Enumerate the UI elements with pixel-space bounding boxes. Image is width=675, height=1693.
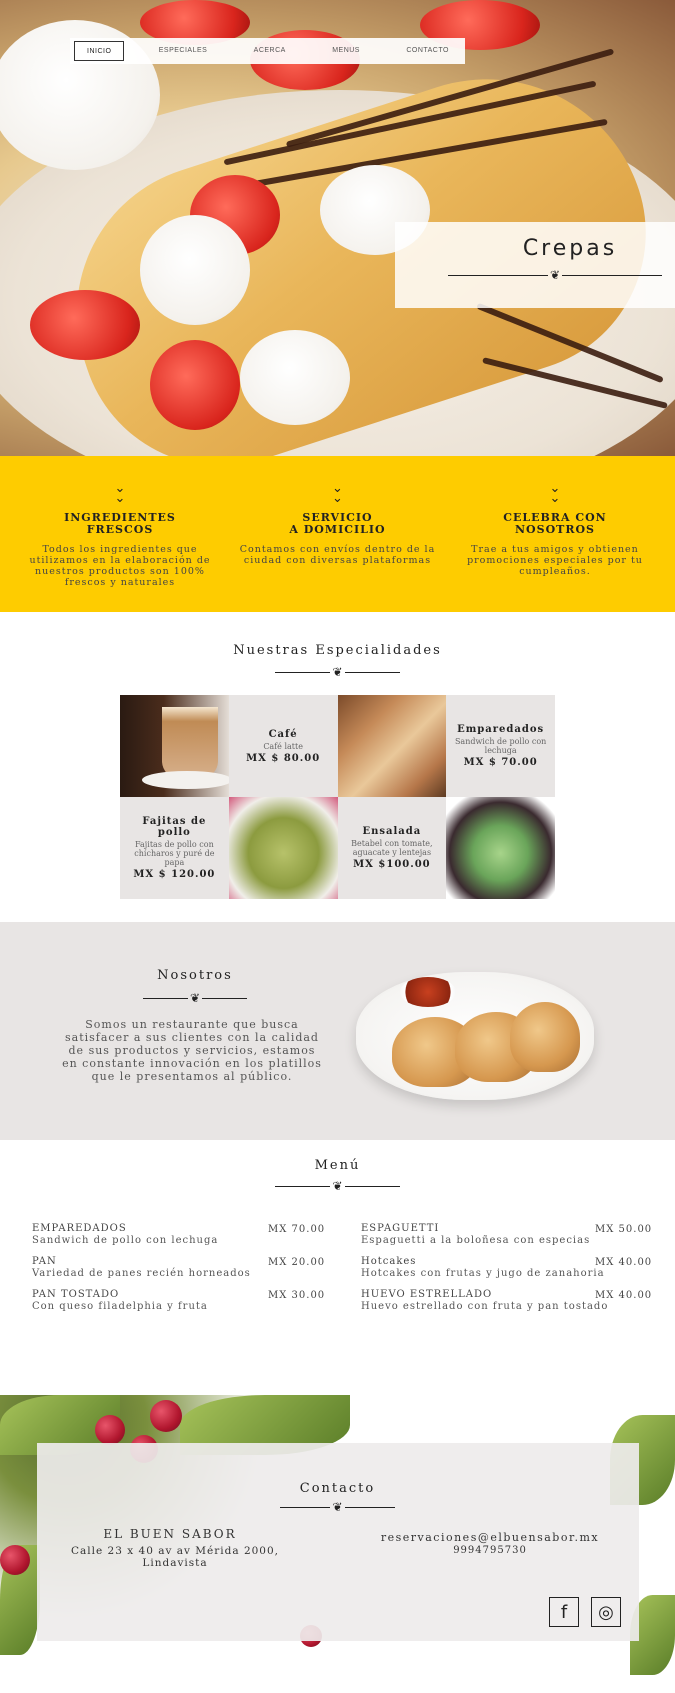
menu-item-desc: Huevo estrellado con fruta y pan tostado — [361, 1301, 609, 1312]
menu-item: HUEVO ESTRELLADO Huevo estrellado con fr… — [361, 1289, 608, 1313]
phone-text: 9994795730 — [453, 1545, 527, 1556]
feature-title: CELEBRA CON NOSOTROS — [503, 511, 607, 536]
ornament-divider: ❦ — [435, 269, 675, 281]
specialty-price: MX $ 80.00 — [246, 752, 321, 764]
sandwich-image — [337, 695, 447, 797]
hero-banner: INICIO ESPECIALES ACERCA MENUS CONTACTO … — [0, 0, 675, 456]
specialty-card-emparedados[interactable]: Emparedados Sandwich de pollo con lechug… — [446, 695, 555, 797]
menu-item-name: HUEVO ESTRELLADO — [361, 1289, 493, 1300]
menu-item-name: EMPAREDADOS — [32, 1223, 127, 1234]
specialty-name: Ensalada — [362, 826, 422, 837]
specialty-price: MX $100.00 — [353, 859, 431, 870]
whipped-cream-image — [240, 330, 350, 425]
strawberry-image — [150, 340, 240, 430]
salad-image — [446, 797, 555, 899]
menu-item-price: MX 50.00 — [595, 1224, 653, 1235]
specialties-title: Nuestras Especialidades — [233, 643, 442, 658]
feature-title: SERVICIO A DOMICILIO — [289, 511, 386, 536]
menu-item-name: ESPAGUETTI — [361, 1223, 440, 1234]
chevron-double-down-icon: ⌄ ⌄ — [332, 481, 343, 506]
menu-item-name: Hotcakes — [361, 1256, 417, 1267]
taco-image — [510, 1002, 580, 1072]
ornament-divider: ❦ — [70, 992, 320, 1004]
chevron-double-down-icon: ⌄ ⌄ — [549, 481, 561, 506]
menu-item-price: MX 70.00 — [268, 1224, 326, 1235]
coffee-image — [120, 695, 229, 797]
specialty-card-fajitas[interactable]: Fajitas de pollo Fajitas de pollo con ch… — [120, 797, 229, 899]
brand-name: EL BUEN SABOR — [103, 1527, 237, 1541]
specialty-desc: Fajitas de pollo con chícharos y puré de… — [134, 840, 215, 867]
specialties-grid: Café Café latte MX $ 80.00 Emparedados S… — [120, 695, 555, 899]
nav-item-contacto[interactable]: CONTACTO — [394, 41, 461, 61]
about-text: Somos un restaurante que busca satisface… — [62, 1018, 322, 1083]
features-band: ⌄ ⌄ INGREDIENTES FRESCOS Todos los ingred… — [0, 456, 675, 612]
specialty-name: Fajitas de pollo — [142, 816, 207, 838]
menu-item-name: PAN — [32, 1256, 57, 1267]
ornament-icon: ❦ — [549, 268, 561, 282]
nav-item-acerca[interactable]: ACERCA — [242, 41, 298, 61]
feature-celebra: ⌄ ⌄ CELEBRA CON NOSOTROS Trae a tus amigo… — [455, 456, 655, 612]
menu-item-price: MX 20.00 — [268, 1257, 326, 1268]
about-section: Nosotros ❦ Somos un restaurante que busc… — [0, 922, 675, 1140]
chevron-double-down-icon: ⌄ ⌄ — [114, 481, 126, 506]
about-title: Nosotros — [157, 968, 233, 983]
specialty-desc: Sandwich de pollo con lechuga — [454, 737, 547, 755]
berry-image — [95, 1415, 125, 1445]
specialty-card-cafe[interactable]: Café Café latte MX $ 80.00 — [228, 695, 338, 797]
specialty-name: Café — [268, 728, 298, 740]
menu-item-price: MX 40.00 — [595, 1257, 653, 1268]
menu-item-price: MX 30.00 — [268, 1290, 326, 1301]
specialty-price: MX $ 70.00 — [463, 757, 538, 768]
specialty-card-ensalada[interactable]: Ensalada Betabel con tomate, aguacate y … — [337, 797, 447, 899]
ornament-icon: ❦ — [332, 1179, 343, 1193]
menu-item: EMPAREDADOS Sandwich de pollo con lechug… — [32, 1223, 218, 1247]
menu-item-desc: Hotcakes con frutas y jugo de zanahoria — [361, 1268, 605, 1279]
nav-item-inicio[interactable]: INICIO — [74, 41, 125, 61]
specialty-name: Emparedados — [457, 724, 545, 735]
salsa-bowl-image — [400, 977, 456, 1007]
contact-section: Contacto ❦ EL BUEN SABOR Calle 23 x 40 a… — [0, 1395, 675, 1693]
hero-title-card: Crepas ❦ — [395, 222, 675, 308]
ornament-icon: ❦ — [332, 665, 343, 679]
feature-text: Contamos con envíos dentro de la ciudad … — [239, 544, 436, 566]
menu-item-desc: Con queso filadelphia y fruta — [32, 1301, 208, 1312]
berry-image — [0, 1545, 30, 1575]
menu-item-desc: Sandwich de pollo con lechuga — [32, 1235, 219, 1246]
menu-item: ESPAGUETTI Espaguetti a la boloñesa con … — [361, 1223, 590, 1247]
ornament-icon: ❦ — [189, 991, 201, 1005]
main-nav: INICIO ESPECIALES ACERCA MENUS CONTACTO — [70, 38, 465, 64]
strawberry-image — [30, 290, 140, 360]
contact-title: Contacto — [299, 1481, 376, 1496]
menu-item-desc: Variedad de panes recién horneados — [32, 1268, 251, 1279]
menu-item-price: MX 40.00 — [595, 1290, 653, 1301]
email-link[interactable]: reservaciones@elbuensabor.mx — [360, 1531, 620, 1544]
whipped-cream-image — [140, 215, 250, 325]
menu-item: Hotcakes Hotcakes con frutas y jugo de z… — [361, 1256, 605, 1280]
menu-item-name: PAN TOSTADO — [32, 1289, 120, 1300]
menu-title: Menú — [314, 1158, 361, 1173]
feature-title: INGREDIENTES FRESCOS — [64, 511, 176, 536]
ornament-divider: ❦ — [0, 1501, 675, 1513]
menu-item: PAN TOSTADO Con queso filadelphia y frut… — [32, 1289, 208, 1313]
feature-text: Todos los ingredientes que utilizamos en… — [29, 544, 211, 588]
nav-item-menus[interactable]: MENUS — [320, 41, 372, 61]
specialty-price: MX $ 120.00 — [133, 869, 216, 880]
feature-text: Trae a tus amigos y obtienen promociones… — [467, 544, 643, 577]
ornament-icon: ❦ — [332, 1500, 343, 1514]
address-text: Calle 23 x 40 av av Mérida 2000, Lindavi… — [71, 1545, 279, 1569]
ornament-divider: ❦ — [0, 1180, 675, 1192]
facebook-icon[interactable]: f — [549, 1597, 579, 1627]
instagram-icon[interactable]: ◎ — [591, 1597, 621, 1627]
specialty-desc: Betabel con tomate, aguacate y lentejas — [351, 839, 433, 857]
menu-item: PAN Variedad de panes recién horneados — [32, 1256, 251, 1280]
menu-item-desc: Espaguetti a la boloñesa con especias — [361, 1235, 591, 1246]
hero-title: Crepas — [522, 236, 618, 261]
specialty-desc: Café latte — [263, 741, 303, 751]
fajitas-image — [228, 797, 338, 899]
nav-item-especiales[interactable]: ESPECIALES — [147, 41, 220, 61]
berry-image — [150, 1400, 182, 1432]
feature-ingredientes: ⌄ ⌄ INGREDIENTES FRESCOS Todos los ingred… — [20, 456, 220, 612]
ornament-divider: ❦ — [0, 666, 675, 678]
feature-servicio: ⌄ ⌄ SERVICIO A DOMICILIO Contamos con env… — [238, 456, 438, 612]
